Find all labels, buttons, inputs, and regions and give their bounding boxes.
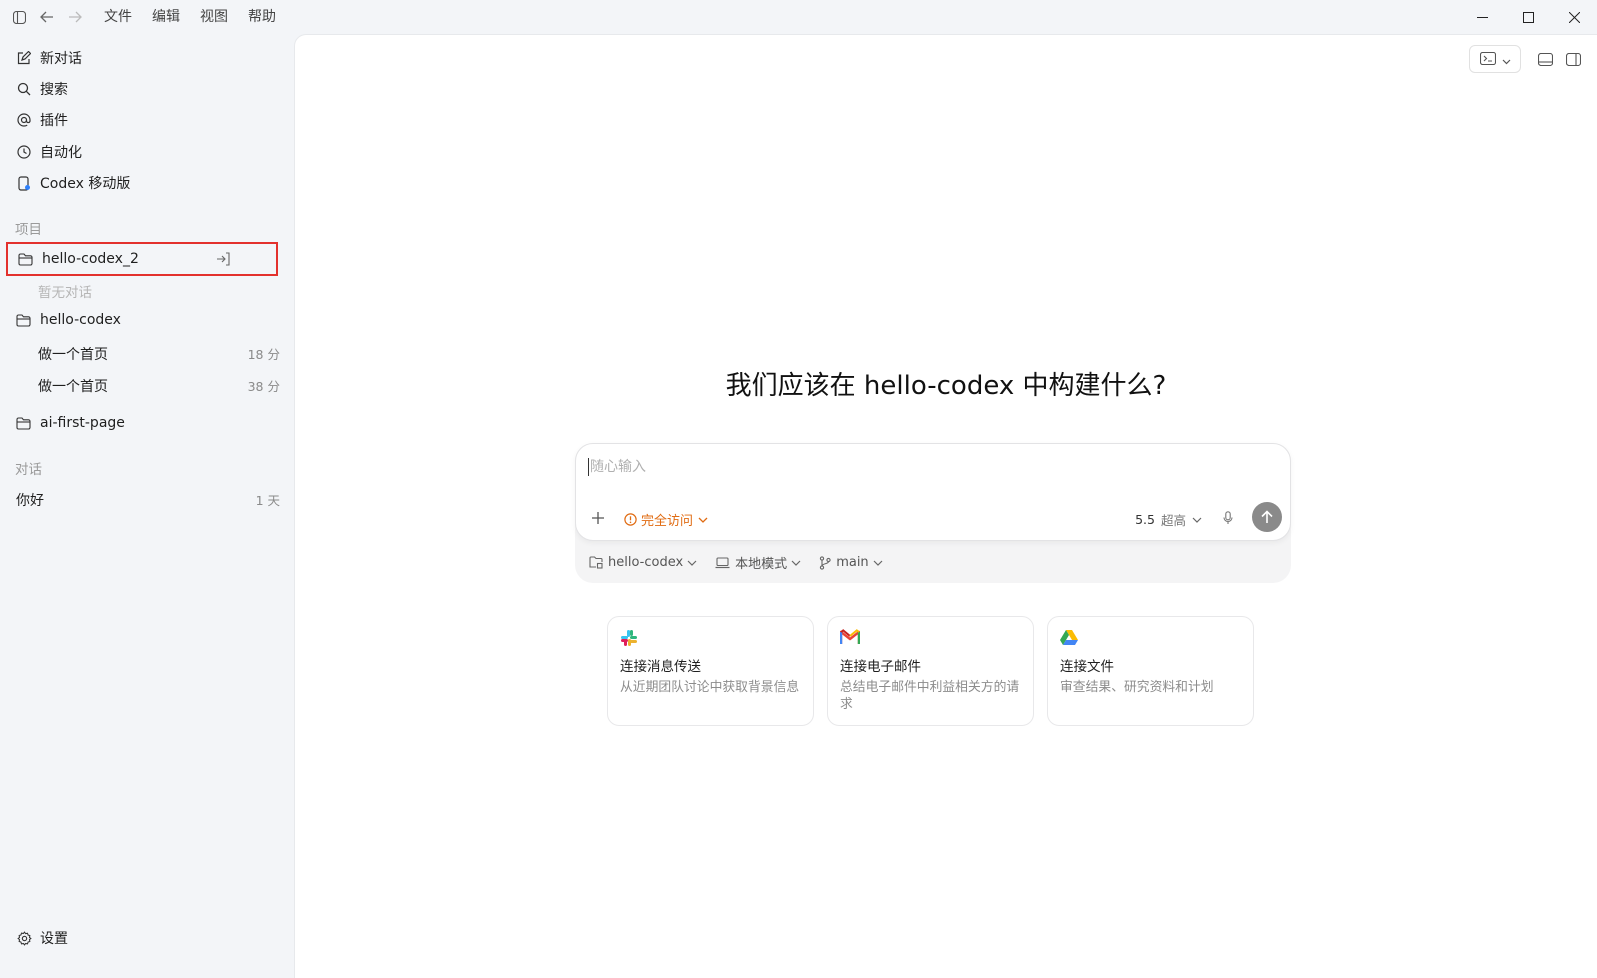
drive-icon: [1060, 629, 1078, 647]
menu-file[interactable]: 文件: [104, 6, 132, 28]
thread-item[interactable]: 做一个首页 38 分: [38, 376, 280, 396]
project-selector[interactable]: hello-codex: [589, 555, 697, 570]
arrow-up-icon: [1261, 510, 1273, 523]
chevron-down-icon: [873, 560, 883, 566]
chevron-down-icon: [698, 517, 708, 523]
project-hello-codex-2[interactable]: hello-codex_2: [6, 242, 278, 276]
project-name: hello-codex: [40, 312, 121, 328]
close-icon[interactable]: [1551, 0, 1597, 34]
projects-section-label: 项目: [15, 222, 42, 238]
back-arrow-icon[interactable]: [34, 6, 60, 28]
model-selector[interactable]: 5.5 超高: [1135, 510, 1202, 529]
composer[interactable]: 随心输入 完全访问 5.5 超高: [575, 443, 1291, 541]
chat-item[interactable]: 你好 1 天: [16, 490, 280, 510]
connect-email-card[interactable]: 连接电子邮件 总结电子邮件中利益相关方的请求: [827, 616, 1034, 726]
folder-branch-icon: [589, 556, 603, 569]
main-panel: 我们应该在 hello-codex 中构建什么? 随心输入 完全访问 5.5 超…: [294, 34, 1597, 978]
empty-threads-note: 暂无对话: [38, 285, 92, 301]
thread-title: 做一个首页: [38, 379, 108, 395]
sidebar-item-new-chat[interactable]: 新对话: [10, 44, 82, 72]
project-hello-codex[interactable]: hello-codex: [6, 305, 278, 335]
thread-age: 38 分: [247, 379, 280, 394]
settings-label: 设置: [40, 931, 68, 947]
project-ai-first-page[interactable]: ai-first-page: [6, 408, 278, 438]
side-panel-icon[interactable]: [1559, 46, 1587, 72]
settings-button[interactable]: 设置: [10, 924, 68, 952]
sidebar-item-label: 搜索: [40, 82, 68, 98]
card-title: 连接电子邮件: [840, 659, 921, 675]
page-title: 我们应该在 hello-codex 中构建什么?: [725, 371, 1167, 401]
at-icon: [16, 112, 32, 128]
sidebar-item-search[interactable]: 搜索: [10, 75, 68, 103]
chat-title: 你好: [16, 493, 44, 509]
sidebar-item-label: 新对话: [40, 51, 82, 67]
git-branch-icon: [819, 555, 831, 570]
connect-files-card[interactable]: 连接文件 审查结果、研究资料和计划: [1047, 616, 1254, 726]
editor-icon: [1479, 50, 1496, 69]
microphone-icon[interactable]: [1218, 508, 1238, 528]
minimize-icon[interactable]: [1459, 0, 1505, 34]
folder-icon: [16, 312, 32, 328]
edit-icon: [16, 50, 32, 66]
slack-icon: [620, 629, 638, 647]
project-label: hello-codex: [608, 555, 684, 570]
thread-item[interactable]: 做一个首页 18 分: [38, 344, 280, 364]
branch-selector[interactable]: main: [819, 555, 883, 570]
card-title: 连接消息传送: [620, 659, 701, 675]
sidebar-toggle-icon[interactable]: [6, 6, 32, 28]
sidebar-item-automation[interactable]: 自动化: [10, 138, 82, 166]
add-attachment-button[interactable]: [588, 508, 608, 528]
sidebar-item-label: 自动化: [40, 145, 82, 161]
chevron-down-icon: [1502, 50, 1511, 69]
chevron-down-icon: [791, 560, 801, 566]
forward-arrow-icon[interactable]: [62, 6, 88, 28]
warning-circle-icon: [624, 513, 637, 526]
gmail-icon: [839, 629, 861, 647]
menu-edit[interactable]: 编辑: [152, 6, 180, 28]
prompt-input[interactable]: 随心输入: [588, 458, 646, 476]
connect-messaging-card[interactable]: 连接消息传送 从近期团队讨论中获取背景信息: [607, 616, 814, 726]
chat-age: 1 天: [255, 493, 280, 508]
project-name: hello-codex_2: [42, 251, 139, 267]
thread-title: 做一个首页: [38, 347, 108, 363]
menu-view[interactable]: 视图: [200, 6, 228, 28]
send-button[interactable]: [1252, 502, 1282, 532]
model-version: 5.5: [1135, 512, 1155, 527]
thread-age: 18 分: [247, 347, 280, 362]
reasoning-level: 超高: [1160, 513, 1186, 528]
card-title: 连接文件: [1060, 659, 1114, 675]
card-description: 审查结果、研究资料和计划: [1060, 680, 1214, 695]
gear-icon: [16, 930, 32, 946]
sidebar-item-codex-mobile[interactable]: Codex 移动版: [10, 169, 130, 197]
search-icon: [16, 81, 32, 97]
access-mode-dropdown[interactable]: 完全访问: [624, 510, 708, 529]
card-description: 总结电子邮件中利益相关方的请求: [840, 680, 1020, 712]
terminal-panel-icon[interactable]: [1531, 46, 1559, 72]
card-description: 从近期团队讨论中获取背景信息: [620, 680, 800, 695]
mode-selector[interactable]: 本地模式: [715, 553, 801, 572]
title-bar: 文件 编辑 视图 帮助: [0, 0, 1597, 34]
new-thread-icon[interactable]: [216, 252, 230, 270]
sidebar-item-label: 插件: [40, 113, 68, 129]
project-name: ai-first-page: [40, 415, 125, 431]
chevron-down-icon: [1192, 517, 1202, 523]
clock-icon: [16, 144, 32, 160]
chats-section-label: 对话: [15, 462, 42, 478]
chevron-down-icon: [687, 560, 697, 566]
sidebar: 新对话 搜索 插件 自动化 Codex 移动版 项目 hello-codex_2: [0, 34, 296, 978]
phone-icon: [16, 175, 32, 191]
maximize-icon[interactable]: [1505, 0, 1551, 34]
sidebar-item-plugins[interactable]: 插件: [10, 106, 68, 134]
branch-label: main: [836, 555, 869, 570]
menu-help[interactable]: 帮助: [248, 6, 276, 28]
folder-icon: [16, 415, 32, 431]
laptop-icon: [715, 556, 730, 569]
mode-label: 本地模式: [735, 557, 788, 572]
access-mode-label: 完全访问: [641, 514, 694, 529]
sidebar-item-label: Codex 移动版: [40, 176, 131, 192]
composer-container: 随心输入 完全访问 5.5 超高 hello-codex 本地模式 main: [575, 443, 1291, 583]
open-in-dropdown[interactable]: [1469, 45, 1521, 73]
folder-icon: [18, 251, 34, 267]
